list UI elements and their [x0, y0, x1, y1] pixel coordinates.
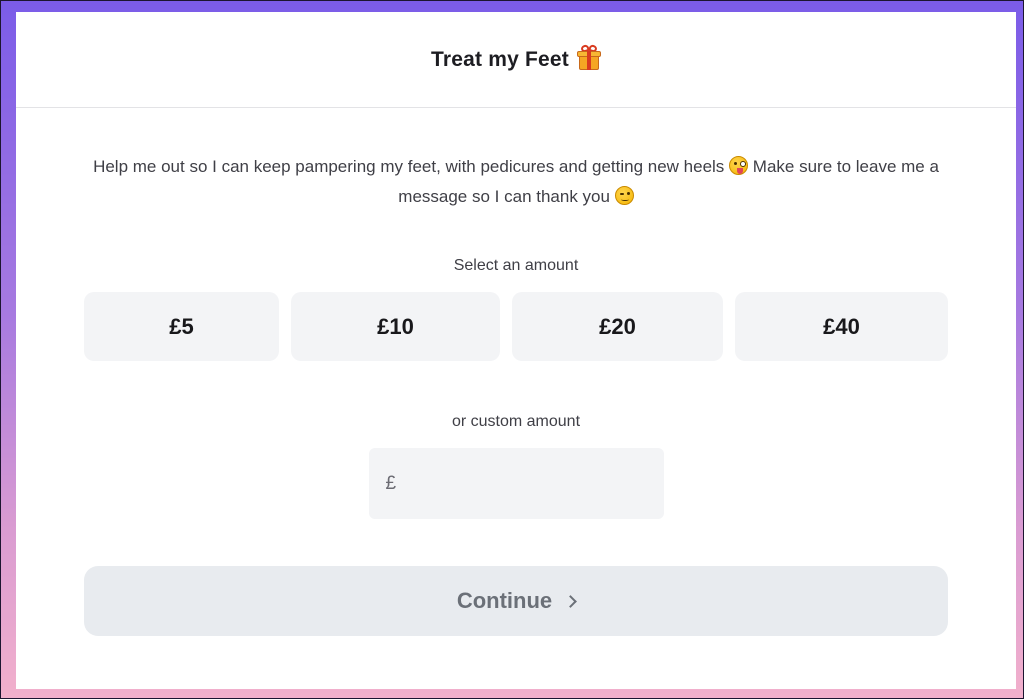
select-amount-label: Select an amount: [453, 257, 579, 274]
amount-button-40[interactable]: £40: [735, 292, 948, 361]
title-text: Treat my Feet: [431, 47, 569, 71]
amount-options: £5 £10 £20 £40: [84, 292, 948, 361]
card-header: Treat my Feet: [16, 12, 1016, 108]
gift-icon: [577, 43, 601, 71]
custom-amount-input[interactable]: [402, 448, 664, 519]
tip-card: Treat my Feet Help me out so I can keep …: [16, 12, 1016, 689]
amount-button-5[interactable]: £5: [84, 292, 279, 361]
amount-button-10[interactable]: £10: [291, 292, 500, 361]
description: Help me out so I can keep pampering my f…: [86, 152, 946, 212]
custom-amount-field[interactable]: £: [368, 448, 664, 519]
page-title: Treat my Feet: [431, 43, 601, 72]
continue-button[interactable]: Continue: [84, 566, 948, 636]
description-text-1: Help me out so I can keep pampering my f…: [93, 157, 725, 176]
currency-symbol: £: [385, 472, 397, 494]
continue-label: Continue: [456, 588, 553, 613]
winking-face-icon: [614, 186, 634, 205]
custom-amount-label: or custom amount: [451, 413, 581, 430]
chevron-right-icon: [564, 595, 578, 608]
face-with-tongue-wink-icon: [729, 156, 749, 175]
amount-button-20[interactable]: £20: [512, 292, 723, 361]
gradient-frame: Treat my Feet Help me out so I can keep …: [1, 1, 1023, 698]
